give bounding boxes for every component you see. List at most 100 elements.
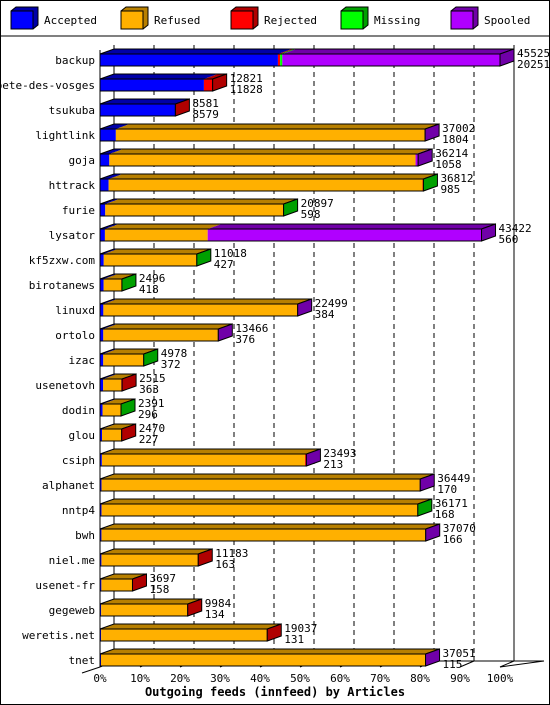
bar-top-refused bbox=[103, 299, 312, 304]
category-label: weretis.net bbox=[22, 629, 95, 642]
bar-top-refused bbox=[105, 199, 298, 204]
bar-segment-refused bbox=[101, 579, 133, 591]
x-tick-label: 60% bbox=[330, 672, 350, 685]
bar-accepted-label: 296 bbox=[138, 408, 158, 421]
bar-segment-accepted bbox=[100, 129, 116, 141]
bar-segment-accepted bbox=[100, 54, 278, 66]
bar-segment-refused bbox=[103, 279, 122, 291]
x-tick-label: 90% bbox=[450, 672, 470, 685]
bar-top-accepted bbox=[100, 99, 190, 104]
category-label: tsukuba bbox=[49, 104, 95, 117]
bar-top-refused bbox=[101, 599, 202, 604]
bar-top-refused bbox=[101, 549, 212, 554]
bar-accepted-label: 598 bbox=[301, 208, 321, 221]
bar-segment-refused bbox=[103, 304, 298, 316]
bar-segment-accepted bbox=[100, 254, 104, 266]
legend-label-refused: Refused bbox=[154, 14, 200, 27]
legend-swatch-accepted bbox=[10, 10, 34, 30]
category-label: backup bbox=[55, 54, 95, 67]
bar-segment-refused bbox=[101, 504, 418, 516]
legend-swatch-rejected bbox=[230, 10, 254, 30]
bar-top-accepted bbox=[100, 74, 218, 79]
bar-segment-refused bbox=[102, 404, 121, 416]
bar-accepted-label: 376 bbox=[235, 333, 255, 346]
bar-top-refused bbox=[101, 524, 440, 529]
x-tick-label: 20% bbox=[170, 672, 190, 685]
legend-label-missing: Missing bbox=[374, 14, 420, 27]
category-label: ortolo bbox=[55, 329, 95, 342]
bar-accepted-label: 227 bbox=[139, 433, 159, 446]
category-label: alphanet bbox=[42, 479, 95, 492]
bar-segment-accepted bbox=[100, 79, 204, 91]
category-label: izac bbox=[69, 354, 96, 367]
category-label: furie bbox=[62, 204, 95, 217]
bar-top-accepted bbox=[100, 49, 292, 54]
bar-accepted-label: 11828 bbox=[230, 83, 263, 96]
x-tick-label: 80% bbox=[410, 672, 430, 685]
bar-accepted-label: 163 bbox=[215, 558, 235, 571]
bar-segment-rejected bbox=[305, 454, 306, 466]
bar-segment-refused bbox=[101, 454, 306, 466]
bar-top-refused bbox=[109, 149, 430, 154]
bar-accepted-label: 115 bbox=[443, 658, 463, 671]
bar-top-refused bbox=[104, 224, 222, 229]
bar-top-refused bbox=[101, 624, 281, 629]
bar-top-spooled bbox=[282, 49, 514, 54]
bar-segment-spooled bbox=[207, 229, 482, 241]
category-label: csiph bbox=[62, 454, 95, 467]
legend-swatch-refused bbox=[120, 10, 144, 30]
bar-top-spooled bbox=[207, 224, 496, 229]
category-label: goja bbox=[69, 154, 96, 167]
bar-accepted-label: 168 bbox=[435, 508, 455, 521]
category-label: glou bbox=[69, 429, 96, 442]
bar-segment-refused bbox=[105, 204, 284, 216]
bar-segment-accepted bbox=[100, 204, 106, 216]
bar-segment-accepted bbox=[100, 279, 104, 291]
x-tick-label: 100% bbox=[487, 672, 514, 685]
category-label: linuxd bbox=[55, 304, 95, 317]
category-label: gegeweb bbox=[49, 604, 95, 617]
bar-segment-refused bbox=[115, 129, 425, 141]
category-label: usenetovh bbox=[35, 379, 95, 392]
bar-accepted-label: 170 bbox=[437, 483, 457, 496]
bar-segment-refused bbox=[101, 629, 267, 641]
bar-accepted-label: 1804 bbox=[442, 133, 469, 146]
category-label: nntp4 bbox=[62, 504, 95, 517]
category-label: bete-des-vosges bbox=[1, 79, 95, 92]
bar-segment-refused bbox=[103, 254, 197, 266]
bar-segment-refused bbox=[109, 154, 416, 166]
bar-accepted-label: 134 bbox=[205, 608, 225, 621]
legend-swatch-spooled bbox=[450, 10, 474, 30]
category-label: dodin bbox=[62, 404, 95, 417]
bar-top-refused bbox=[108, 174, 437, 179]
bar-segment-refused bbox=[101, 479, 420, 491]
x-tick-label: 10% bbox=[130, 672, 150, 685]
bar-segment-refused bbox=[103, 329, 218, 341]
bar-segment-refused bbox=[101, 429, 122, 441]
bar-top-refused bbox=[101, 474, 434, 479]
bar-accepted-label: 8579 bbox=[192, 108, 219, 121]
category-label: kf5zxw.com bbox=[29, 254, 96, 267]
bar-top-refused bbox=[101, 649, 440, 654]
bar-segment-rejected bbox=[277, 54, 281, 66]
bar-accepted-label: 20251 bbox=[517, 58, 549, 71]
bar-accepted-label: 158 bbox=[149, 583, 169, 596]
bar-accepted-label: 131 bbox=[284, 633, 304, 646]
bar-segment-spooled bbox=[282, 54, 500, 66]
bar-segment-refused bbox=[103, 379, 122, 391]
bar-top-refused bbox=[103, 324, 232, 329]
bar-segment-refused bbox=[103, 354, 144, 366]
bar-segment-refused bbox=[108, 179, 423, 191]
x-tick-label: 50% bbox=[290, 672, 310, 685]
bar-accepted-label: 384 bbox=[315, 308, 335, 321]
category-label: bwh bbox=[75, 529, 95, 542]
bar-segment-accepted bbox=[100, 304, 104, 316]
bar-accepted-label: 427 bbox=[214, 258, 234, 271]
bar-accepted-label: 363 bbox=[139, 383, 159, 396]
category-label: tnet bbox=[69, 654, 96, 667]
category-label: lysator bbox=[49, 229, 96, 242]
x-tick-label: 30% bbox=[210, 672, 230, 685]
bar-segment-refused bbox=[101, 529, 426, 541]
legend-swatch-missing bbox=[340, 10, 364, 30]
bar-segment-accepted bbox=[100, 179, 109, 191]
